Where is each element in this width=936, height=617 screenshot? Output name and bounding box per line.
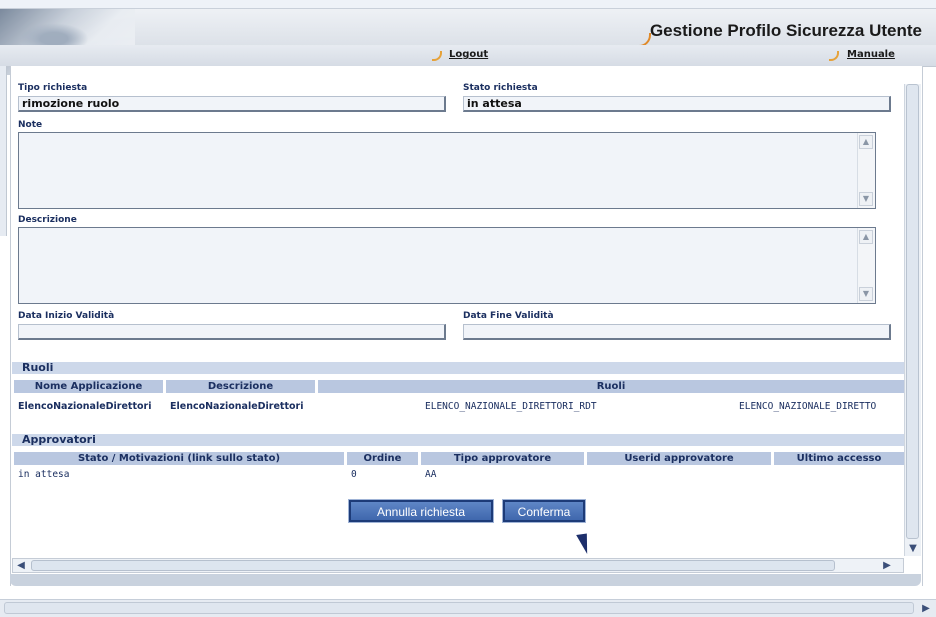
col-nome-applicazione: Nome Applicazione	[14, 380, 163, 393]
data-inizio-field[interactable]	[18, 324, 446, 340]
frame-bottom-bar	[10, 574, 921, 586]
page-horizontal-scrollbar[interactable]: ▶	[0, 599, 936, 617]
stato-richiesta-field[interactable]: in attesa	[463, 96, 891, 112]
approvatori-tipo-cell: AA	[425, 469, 437, 480]
col-userid-approvatore: Userid approvatore	[587, 452, 771, 465]
col-ordine: Ordine	[347, 452, 418, 465]
tipo-richiesta-label: Tipo richiesta	[18, 83, 88, 93]
approvatori-section-title: Approvatori	[12, 434, 904, 446]
note-scrollbar[interactable]: ▲ ▼	[857, 133, 875, 208]
approvatori-ordine-cell: 0	[351, 469, 357, 480]
data-fine-field[interactable]	[463, 324, 891, 340]
col-stato-motivazioni: Stato / Motivazioni (link sullo stato)	[14, 452, 344, 465]
descrizione-label: Descrizione	[18, 215, 77, 225]
ruoli-descrizione-cell: ElencoNazionaleDirettori	[170, 401, 304, 412]
page-scroll-right-icon[interactable]: ▶	[918, 602, 934, 615]
ruoli-ruolo-cell: ELENCO_NAZIONALE_DIRETTO	[739, 401, 877, 412]
tipo-richiesta-field[interactable]: rimozione ruolo	[18, 96, 446, 112]
scroll-down-icon[interactable]: ▼	[859, 287, 873, 301]
conferma-button[interactable]: Conferma	[502, 499, 586, 523]
data-inizio-label: Data Inizio Validità	[18, 311, 115, 321]
data-fine-label: Data Fine Validità	[463, 311, 554, 321]
scroll-right-icon[interactable]: ▶	[879, 559, 895, 572]
note-label: Note	[18, 120, 43, 130]
col-descrizione: Descrizione	[166, 380, 315, 393]
col-tipo-approvatore: Tipo approvatore	[421, 452, 584, 465]
scroll-down-icon[interactable]: ▼	[906, 541, 920, 556]
ruoli-ruolo-cell: ELENCO_NAZIONALE_DIRETTORI_RDT	[425, 401, 597, 412]
col-ultimo-accesso: Ultimo accesso	[774, 452, 904, 465]
ruoli-section-title: Ruoli	[12, 362, 904, 374]
scroll-up-icon[interactable]: ▲	[859, 230, 873, 244]
sub-navigation: Logout Manuale	[0, 45, 936, 67]
scroll-up-icon[interactable]: ▲	[859, 135, 873, 149]
page-title: Gestione Profilo Sicurezza Utente	[649, 21, 922, 40]
manuale-arc-icon	[829, 51, 839, 61]
vertical-scroll-thumb[interactable]	[906, 84, 919, 539]
window-top-strip	[0, 0, 936, 8]
manuale-link[interactable]: Manuale	[847, 49, 895, 60]
descrizione-scrollbar[interactable]: ▲ ▼	[857, 228, 875, 303]
col-ruoli: Ruoli	[318, 380, 904, 393]
scroll-down-icon[interactable]: ▼	[859, 192, 873, 206]
page-scroll-thumb[interactable]	[4, 602, 914, 614]
scroll-left-icon[interactable]: ◀	[13, 559, 29, 572]
annulla-richiesta-button[interactable]: Annulla richiesta	[348, 499, 494, 523]
ruoli-nome-cell: ElencoNazionaleDirettori	[18, 401, 152, 412]
descrizione-textarea[interactable]: ▲ ▼	[18, 227, 876, 304]
approvatori-stato-link[interactable]: in attesa	[18, 469, 69, 480]
frame-vertical-scrollbar[interactable]: ▼	[904, 84, 921, 556]
left-frame-edge	[0, 66, 7, 236]
logout-link[interactable]: Logout	[449, 49, 488, 60]
frame-horizontal-scrollbar[interactable]: ◀ ▶	[12, 558, 904, 573]
horizontal-scroll-thumb[interactable]	[31, 560, 835, 571]
logout-arc-icon	[432, 51, 442, 61]
note-textarea[interactable]: ▲ ▼	[18, 132, 876, 209]
stato-richiesta-label: Stato richiesta	[463, 83, 538, 93]
header: Gestione Profilo Sicurezza Utente	[0, 8, 936, 75]
